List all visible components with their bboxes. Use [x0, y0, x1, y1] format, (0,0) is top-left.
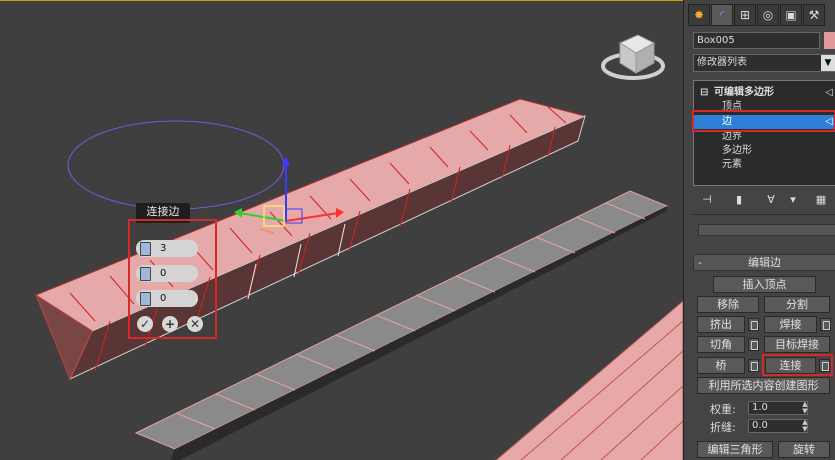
modifier-list-dropdown[interactable]: 修改器列表 ▼ — [693, 54, 835, 72]
configure-icon[interactable]: ▦ — [813, 192, 829, 208]
bridge-button[interactable]: 桥 — [697, 357, 745, 374]
extrude-button[interactable]: 挤出 — [697, 316, 745, 333]
perspective-viewport[interactable]: 连接边 3 0 0 ✓ + ✕ — [0, 0, 683, 460]
extrude-settings-icon[interactable] — [748, 318, 759, 331]
show-end-result-icon[interactable]: ▮ — [731, 192, 747, 208]
utilities-icon: ⚒ — [808, 8, 820, 22]
rollout-title: 编辑边 — [748, 256, 781, 269]
stack-tools: ⊣ ▮ ∀ ▾ ▦ — [693, 192, 835, 210]
motion-tab[interactable]: ◎ — [757, 4, 779, 26]
previous-rollout-footer — [698, 224, 835, 236]
pin-icon: ◁ — [825, 87, 833, 98]
bridge-settings-icon[interactable] — [748, 359, 759, 372]
stack-item-element[interactable]: 元素 — [694, 158, 835, 172]
panel-tabs: ✸ ◜ ⊞ ◎ ▣ ⚒ — [684, 4, 835, 28]
insert-vertex-button[interactable]: 插入顶点 — [713, 276, 816, 293]
turn-button[interactable]: 旋转 — [778, 441, 830, 458]
motion-icon: ◎ — [762, 8, 774, 22]
segments-icon — [140, 242, 151, 256]
split-button[interactable]: 分割 — [764, 296, 830, 313]
object-color-swatch[interactable] — [824, 32, 835, 49]
weight-spinner[interactable]: 1.0 — [748, 401, 808, 415]
viewport-scene — [34, 34, 683, 460]
remove-modifier-icon[interactable]: ▾ — [785, 192, 801, 208]
cancel-button[interactable]: ✕ — [187, 316, 203, 332]
segments-value: 3 — [160, 243, 167, 254]
weld-button[interactable]: 焊接 — [764, 316, 817, 333]
slide-icon — [140, 292, 151, 306]
modifier-stack: ⊟ 可编辑多边形 ◁ 顶点 边 ◁ 边界 多边形 元素 — [693, 80, 835, 186]
ok-button[interactable]: ✓ — [137, 316, 153, 332]
chamfer-settings-icon[interactable] — [748, 338, 759, 351]
stack-item-label: 元素 — [722, 159, 742, 170]
create-shape-button[interactable]: 利用所选内容创建图形 — [697, 377, 830, 394]
chamfer-button[interactable]: 切角 — [697, 336, 745, 353]
create-tab[interactable]: ✸ — [688, 4, 710, 26]
collapse-icon: - — [698, 256, 702, 269]
stack-root[interactable]: ⊟ 可编辑多边形 ◁ — [694, 86, 835, 100]
modifier-list-label: 修改器列表 — [697, 57, 747, 68]
utilities-tab[interactable]: ⚒ — [803, 4, 825, 26]
edge-highlight — [692, 110, 835, 132]
stack-item-border[interactable]: 边界 — [694, 130, 835, 144]
command-panel: ✸ ◜ ⊞ ◎ ▣ ⚒ Box005 修改器列表 ▼ ⊟ 可编辑多边形 ◁ 顶点… — [683, 0, 835, 460]
weight-label: 权重: — [710, 403, 736, 416]
pin-stack-icon[interactable]: ⊣ — [699, 192, 715, 208]
stack-item-label: 多边形 — [722, 145, 752, 156]
connect-highlight — [762, 354, 833, 376]
collapse-icon[interactable]: ⊟ — [700, 86, 708, 100]
ellipse-shape — [67, 120, 285, 210]
remove-button[interactable]: 移除 — [697, 296, 759, 313]
beam-top-face — [34, 98, 587, 332]
hierarchy-icon: ⊞ — [739, 8, 751, 22]
pinch-field[interactable]: 0 — [136, 265, 198, 282]
stack-item-polygon[interactable]: 多边形 — [694, 144, 835, 158]
target-weld-button[interactable]: 目标焊接 — [764, 336, 830, 353]
right-beam — [495, 300, 683, 460]
divider — [693, 214, 835, 215]
pinch-icon — [140, 267, 151, 281]
stack-root-label: 可编辑多边形 — [714, 87, 774, 98]
modify-icon: ◜ — [719, 8, 725, 22]
object-name-field[interactable]: Box005 — [693, 32, 820, 49]
crease-label: 折缝: — [710, 421, 736, 434]
modify-tab[interactable]: ◜ — [711, 4, 733, 26]
hierarchy-tab[interactable]: ⊞ — [734, 4, 756, 26]
apply-button[interactable]: + — [162, 316, 178, 332]
stack-item-label: 边界 — [722, 131, 742, 142]
slide-value: 0 — [160, 293, 167, 304]
edit-triangles-button[interactable]: 编辑三角形 — [697, 441, 773, 458]
make-unique-icon[interactable]: ∀ — [763, 192, 779, 208]
pinch-value: 0 — [160, 268, 167, 279]
display-icon: ▣ — [785, 8, 797, 22]
slide-field[interactable]: 0 — [136, 290, 198, 307]
segments-field[interactable]: 3 — [136, 240, 198, 257]
edit-edges-rollout-header[interactable]: - 编辑边 — [693, 254, 835, 271]
weld-settings-icon[interactable] — [820, 318, 831, 331]
viewcube[interactable] — [601, 34, 665, 80]
create-icon: ✸ — [693, 8, 705, 22]
chevron-down-icon: ▼ — [821, 55, 835, 71]
display-tab[interactable]: ▣ — [780, 4, 802, 26]
crease-spinner-arrows[interactable]: ▲ ▼ — [800, 419, 810, 433]
weight-spinner-arrows[interactable]: ▲ ▼ — [800, 401, 810, 415]
crease-spinner[interactable]: 0.0 — [748, 419, 808, 433]
